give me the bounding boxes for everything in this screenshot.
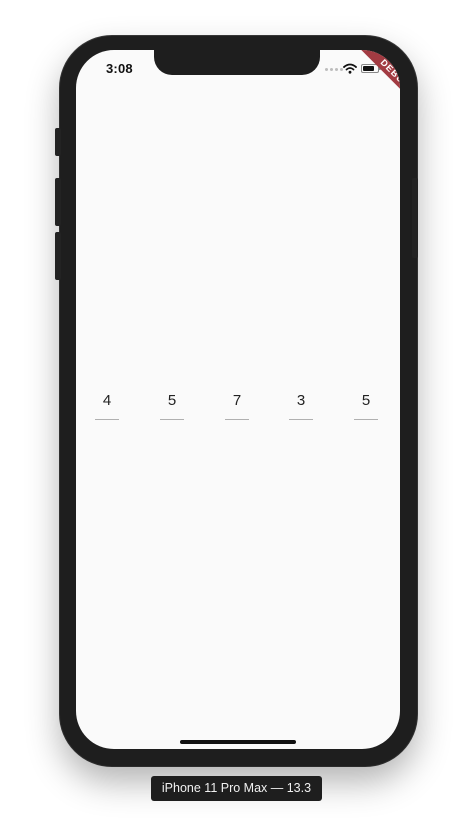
- digit-underline: [95, 419, 119, 420]
- status-time: 3:08: [106, 61, 133, 76]
- digit-value: 4: [102, 392, 112, 409]
- volume-up-button: [55, 178, 61, 226]
- digit-value: 3: [296, 392, 306, 409]
- digit-underline: [225, 419, 249, 420]
- volume-down-button: [55, 232, 61, 280]
- device-label: iPhone 11 Pro Max — 13.3: [151, 776, 322, 801]
- digit-value: 5: [361, 392, 371, 409]
- signal-dots-icon: [325, 68, 343, 71]
- digit-field-4[interactable]: 3: [289, 392, 313, 422]
- notch: [154, 50, 320, 75]
- app-screen: 3:08 DEBUG 4 5 7 3 5: [76, 50, 400, 749]
- home-indicator[interactable]: [180, 740, 296, 744]
- digit-underline: [160, 419, 184, 420]
- power-button: [412, 178, 418, 258]
- digit-row: 4 5 7 3 5: [76, 392, 400, 422]
- digit-field-5[interactable]: 5: [354, 392, 378, 422]
- digit-underline: [289, 419, 313, 420]
- mute-switch: [55, 128, 61, 156]
- digit-field-1[interactable]: 4: [95, 392, 119, 422]
- digit-underline: [354, 419, 378, 420]
- digit-field-2[interactable]: 5: [160, 392, 184, 422]
- wifi-icon: [343, 63, 357, 74]
- digit-value: 5: [167, 392, 177, 409]
- digit-value: 7: [232, 392, 242, 409]
- digit-field-3[interactable]: 7: [225, 392, 249, 422]
